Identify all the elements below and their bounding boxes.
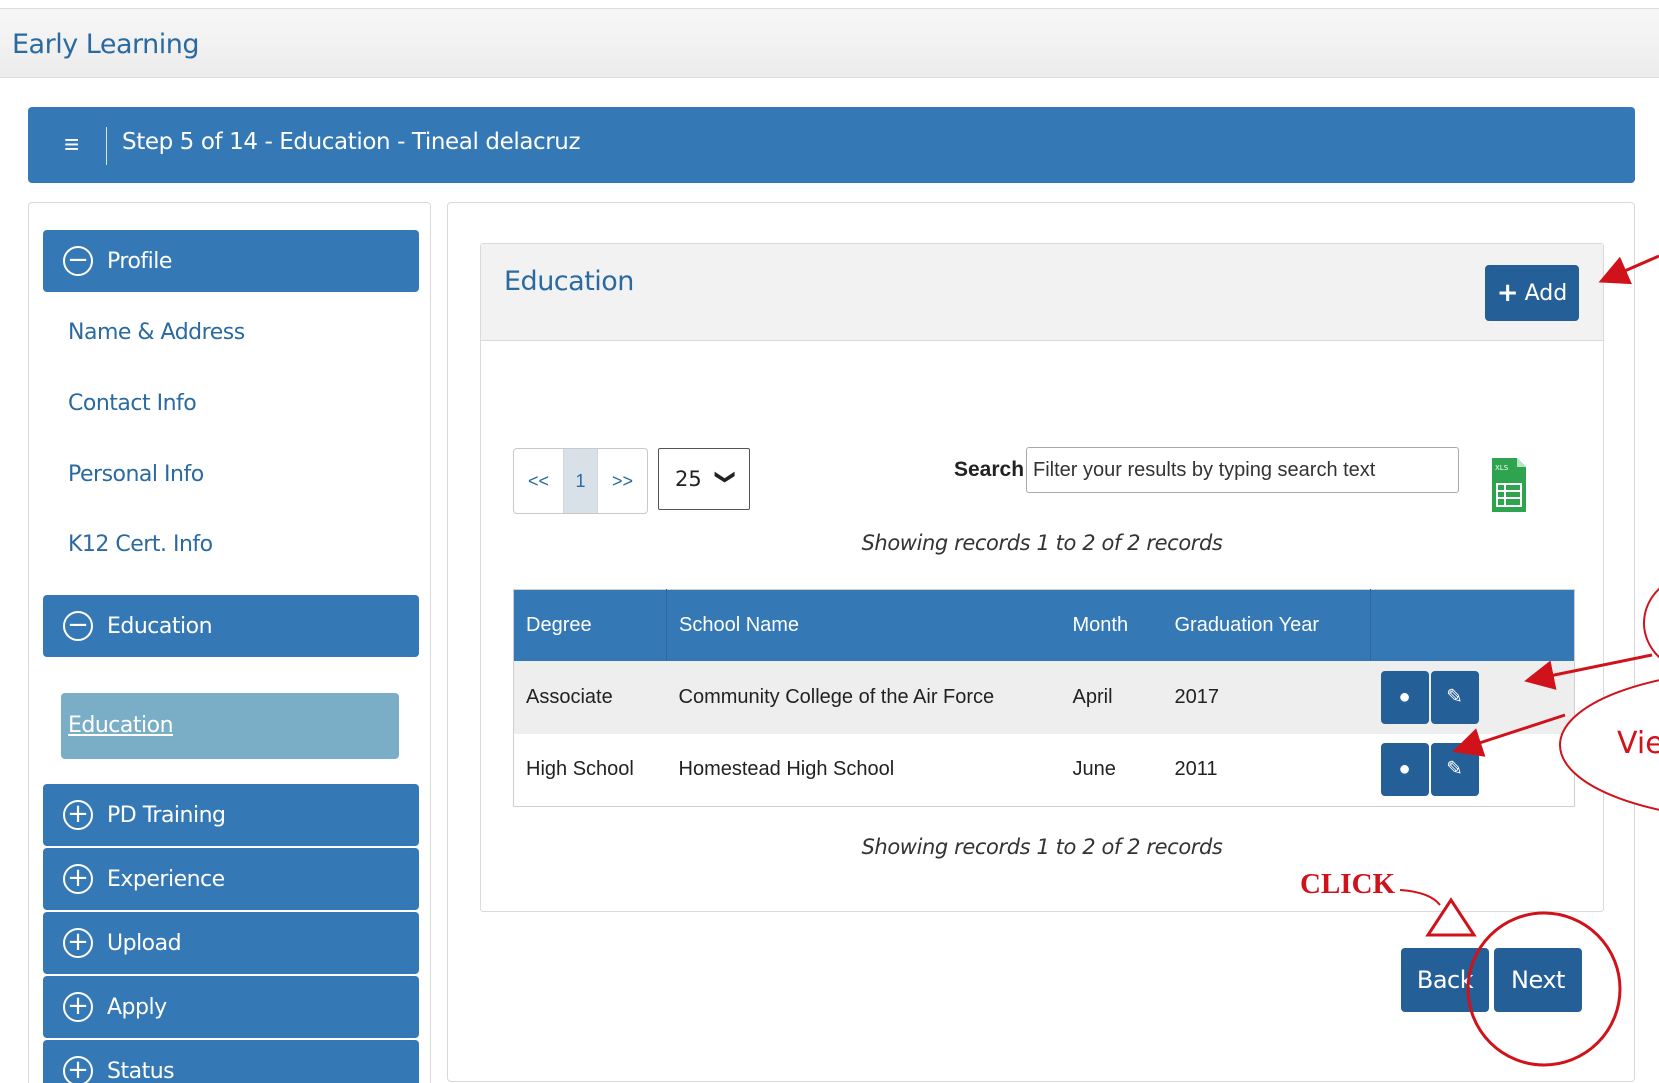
- pager-next-button[interactable]: >>: [598, 449, 647, 513]
- sidebar-item-education-active[interactable]: Education: [61, 693, 399, 759]
- expand-icon: +: [63, 864, 93, 894]
- next-button[interactable]: Next: [1494, 948, 1582, 1012]
- sidebar-section-pd-training[interactable]: + PD Training: [43, 784, 419, 846]
- step-divider: [106, 127, 107, 165]
- plus-icon: +: [1496, 278, 1519, 308]
- sidebar-section-status[interactable]: + Status: [43, 1040, 419, 1083]
- sidebar-section-experience[interactable]: + Experience: [43, 848, 419, 910]
- expand-icon: +: [63, 800, 93, 830]
- pagination: << 1 >>: [513, 448, 648, 514]
- page-size-select[interactable]: 25 ❯: [658, 448, 750, 510]
- view-eye-icon[interactable]: ●: [1380, 670, 1429, 724]
- column-header-degree[interactable]: Degree: [513, 589, 667, 661]
- edit-pencil-icon[interactable]: ✎: [1430, 670, 1479, 724]
- expand-icon: +: [63, 928, 93, 958]
- sidebar-section-upload[interactable]: + Upload: [43, 912, 419, 974]
- pager-first-button[interactable]: <<: [514, 449, 564, 513]
- edit-pencil-icon[interactable]: ✎: [1430, 743, 1479, 797]
- column-header-actions: [1370, 589, 1575, 661]
- step-bar: ≡ Step 5 of 14 - Education - Tineal dela…: [28, 107, 1635, 183]
- sidebar-item-personal-info[interactable]: Personal Info: [68, 462, 204, 487]
- table-header-row: Degree School Name Month Graduation Year: [513, 589, 1575, 661]
- cell-school: Community College of the Air Force: [666, 660, 1061, 734]
- sidebar-section-label: PD Training: [107, 803, 226, 828]
- search-input[interactable]: [1026, 447, 1459, 493]
- cell-school: Homestead High School: [666, 733, 1061, 807]
- back-button[interactable]: Back: [1401, 948, 1489, 1012]
- sidebar-section-education[interactable]: − Education: [43, 595, 419, 657]
- sidebar-section-label: Apply: [107, 995, 167, 1020]
- sidebar-item-contact-info[interactable]: Contact Info: [68, 391, 197, 416]
- sidebar-section-profile[interactable]: − Profile: [43, 230, 419, 292]
- app-title: Early Learning: [12, 29, 199, 60]
- education-card: Education + Add << 1 >> 25 ❯ Search Filt…: [480, 243, 1604, 912]
- sidebar-section-label: Upload: [107, 931, 182, 956]
- hamburger-menu-icon[interactable]: ≡: [64, 129, 79, 160]
- column-header-month[interactable]: Month: [1060, 589, 1163, 661]
- cell-actions: ● ✎: [1370, 660, 1575, 734]
- expand-icon: +: [63, 1056, 93, 1083]
- add-button[interactable]: + Add: [1485, 265, 1579, 321]
- sidebar-section-apply[interactable]: + Apply: [43, 976, 419, 1038]
- records-summary-top: Showing records 1 to 2 of 2 records: [861, 531, 1223, 555]
- view-eye-icon[interactable]: ●: [1380, 743, 1429, 797]
- excel-export-icon[interactable]: XLS: [1489, 456, 1529, 514]
- table-row: High School Homestead High School June 2…: [513, 733, 1575, 807]
- cell-actions: ● ✎: [1370, 733, 1575, 807]
- app-header: Early Learning: [0, 8, 1659, 78]
- expand-icon: +: [63, 992, 93, 1022]
- pager-page-1[interactable]: 1: [564, 449, 598, 513]
- cell-month: June: [1060, 733, 1163, 807]
- sidebar-item-k12-cert-info[interactable]: K12 Cert. Info: [68, 532, 213, 557]
- column-header-school-name[interactable]: School Name: [666, 589, 1061, 661]
- step-title: Step 5 of 14 - Education - Tineal delacr…: [122, 129, 581, 155]
- sidebar: − Profile Name & Address Contact Info Pe…: [28, 202, 431, 1083]
- column-header-graduation-year[interactable]: Graduation Year: [1162, 589, 1371, 661]
- cell-month: April: [1060, 660, 1163, 734]
- cell-degree: High School: [513, 733, 667, 807]
- main-panel: Education + Add << 1 >> 25 ❯ Search Filt…: [447, 202, 1635, 1082]
- search-label: Search: [954, 458, 1025, 481]
- add-button-label: Add: [1524, 280, 1568, 306]
- chevron-down-icon: ❯: [714, 468, 739, 486]
- svg-text:XLS: XLS: [1495, 464, 1509, 472]
- cell-year: 2011: [1162, 733, 1371, 807]
- sidebar-item-name-address[interactable]: Name & Address: [68, 320, 245, 345]
- records-summary-bottom: Showing records 1 to 2 of 2 records: [861, 835, 1223, 859]
- sidebar-section-label: Experience: [107, 867, 225, 892]
- education-table: Degree School Name Month Graduation Year…: [513, 589, 1575, 807]
- collapse-icon: −: [63, 611, 93, 641]
- cell-degree: Associate: [513, 660, 667, 734]
- table-row: Associate Community College of the Air F…: [513, 660, 1575, 734]
- cell-year: 2017: [1162, 660, 1371, 734]
- collapse-icon: −: [63, 246, 93, 276]
- sidebar-section-label: Education: [107, 614, 213, 639]
- sidebar-section-label: Profile: [107, 249, 172, 274]
- page-size-value: 25: [675, 467, 702, 491]
- card-header: Education + Add: [481, 244, 1603, 341]
- card-title: Education: [504, 266, 634, 297]
- sidebar-section-label: Status: [107, 1059, 175, 1083]
- sidebar-item-label: Education: [68, 713, 174, 738]
